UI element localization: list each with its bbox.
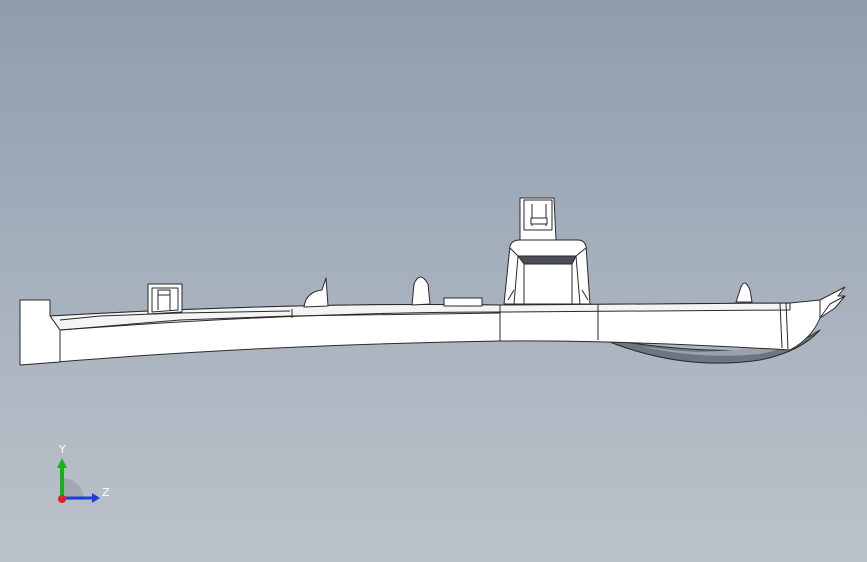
right-hook: [819, 286, 846, 319]
triad-axes: [57, 458, 100, 503]
central-housing-cavity: [523, 261, 573, 305]
x-axis-origin: [58, 495, 66, 503]
curved-tab: [303, 277, 329, 308]
z-axis-arrow: [92, 493, 100, 503]
part-model-side-view[interactable]: [0, 0, 867, 562]
y-axis-label: Y: [59, 443, 66, 456]
orientation-triad: Y Z: [40, 440, 120, 510]
right-tab: [735, 282, 753, 303]
rounded-post: [411, 276, 431, 306]
graphics-viewport[interactable]: Y Z: [0, 0, 867, 562]
z-axis-label: Z: [102, 486, 110, 499]
y-axis-arrow: [57, 458, 67, 468]
central-housing-shadow: [517, 255, 577, 265]
left-end-cap: [19, 299, 61, 366]
flat-block: [443, 297, 483, 307]
